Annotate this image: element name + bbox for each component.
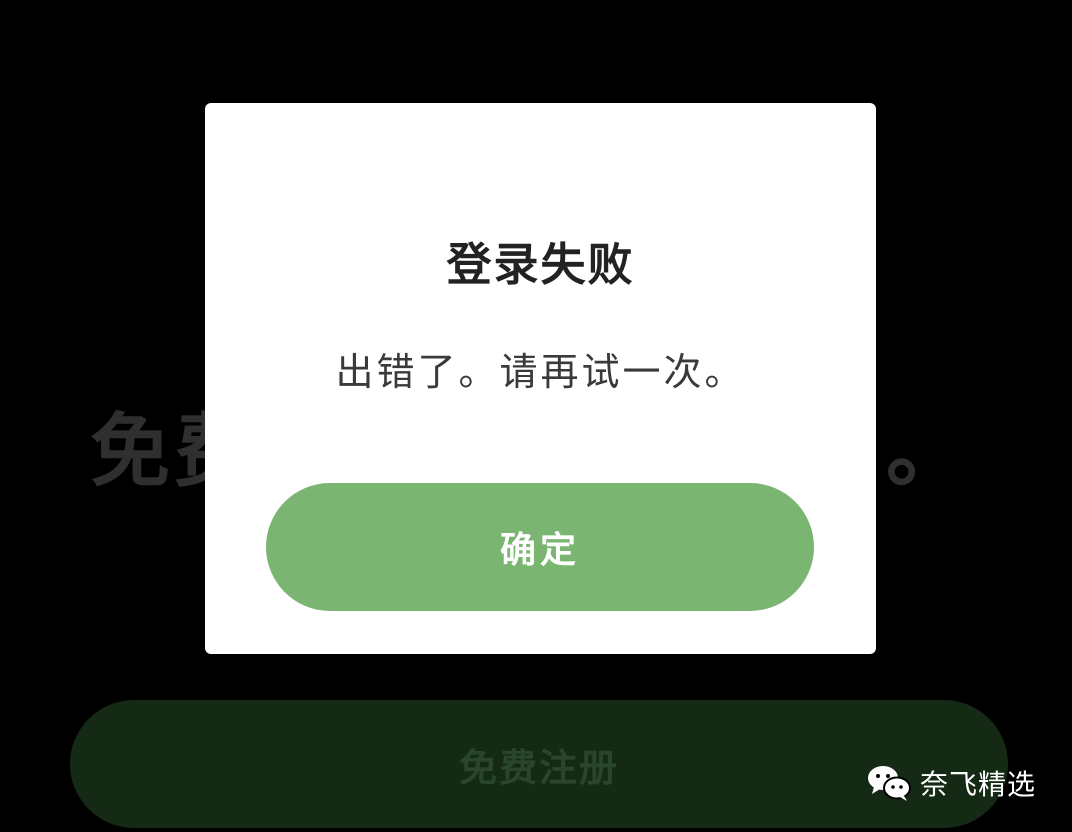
dialog-title: 登录失败	[446, 238, 635, 291]
login-failed-dialog: 登录失败 出错了。请再试一次。 确定	[205, 103, 876, 654]
dialog-message: 出错了。请再试一次。	[335, 350, 746, 394]
watermark-text: 奈飞精选	[919, 768, 1036, 801]
watermark: 奈飞精选	[866, 758, 1036, 808]
screen: 免费 曲。 免费注册 登录失败 出错了。请再试一次。 确定 奈飞精选	[0, 0, 1072, 832]
wechat-icon	[866, 763, 912, 803]
confirm-button[interactable]: 确定	[266, 483, 814, 611]
